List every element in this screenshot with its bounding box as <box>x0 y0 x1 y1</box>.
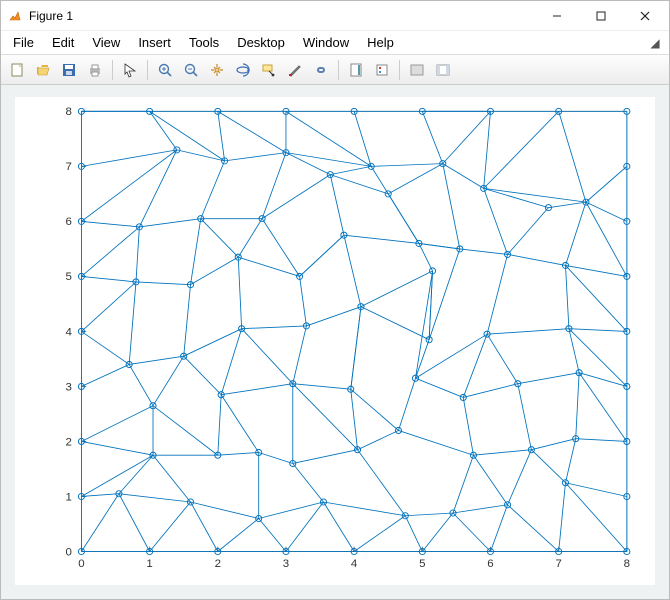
svg-text:6: 6 <box>65 216 71 228</box>
print-button[interactable] <box>83 58 107 82</box>
svg-text:5: 5 <box>65 271 71 283</box>
svg-text:8: 8 <box>624 558 630 570</box>
svg-text:5: 5 <box>419 558 425 570</box>
svg-text:1: 1 <box>146 558 152 570</box>
menu-window[interactable]: Window <box>295 33 357 52</box>
zoom-in-button[interactable] <box>153 58 177 82</box>
menu-desktop[interactable]: Desktop <box>229 33 293 52</box>
toolbar-separator <box>112 60 113 80</box>
open-button[interactable] <box>31 58 55 82</box>
svg-text:8: 8 <box>65 106 71 118</box>
svg-text:4: 4 <box>65 326 72 338</box>
link-button[interactable] <box>309 58 333 82</box>
svg-text:1: 1 <box>65 491 71 503</box>
new-figure-button[interactable] <box>5 58 29 82</box>
data-cursor-button[interactable] <box>257 58 281 82</box>
menu-edit[interactable]: Edit <box>44 33 82 52</box>
toolbar <box>1 55 669 85</box>
window-title: Figure 1 <box>29 9 73 23</box>
edit-plot-button[interactable] <box>118 58 142 82</box>
insert-legend-button[interactable] <box>370 58 394 82</box>
matlab-icon <box>7 8 23 24</box>
svg-text:7: 7 <box>65 161 71 173</box>
svg-text:2: 2 <box>65 436 71 448</box>
svg-text:7: 7 <box>555 558 561 570</box>
zoom-out-button[interactable] <box>179 58 203 82</box>
save-button[interactable] <box>57 58 81 82</box>
hide-plot-tools-button[interactable] <box>405 58 429 82</box>
svg-text:3: 3 <box>65 381 71 393</box>
svg-text:2: 2 <box>215 558 221 570</box>
menu-file[interactable]: File <box>5 33 42 52</box>
axes-svg: 0 1 2 3 4 5 6 7 8 0 1 2 3 4 5 6 7 8 <box>15 97 655 585</box>
menu-insert[interactable]: Insert <box>130 33 179 52</box>
rotate-3d-button[interactable] <box>231 58 255 82</box>
svg-text:6: 6 <box>487 558 493 570</box>
show-plot-tools-button[interactable] <box>431 58 455 82</box>
menubar: File Edit View Insert Tools Desktop Wind… <box>1 31 669 55</box>
pan-button[interactable] <box>205 58 229 82</box>
menu-view[interactable]: View <box>84 33 128 52</box>
toolbar-separator <box>399 60 400 80</box>
figure-area: 0 1 2 3 4 5 6 7 8 0 1 2 3 4 5 6 7 8 <box>1 85 669 599</box>
maximize-button[interactable] <box>579 2 623 30</box>
toolbar-separator <box>147 60 148 80</box>
brush-button[interactable] <box>283 58 307 82</box>
svg-text:0: 0 <box>65 546 71 558</box>
menu-tools[interactable]: Tools <box>181 33 227 52</box>
menu-help[interactable]: Help <box>359 33 402 52</box>
minimize-button[interactable] <box>535 2 579 30</box>
axes[interactable]: 0 1 2 3 4 5 6 7 8 0 1 2 3 4 5 6 7 8 <box>15 97 655 585</box>
figure-window: Figure 1 File Edit View Insert Tools Des… <box>0 0 670 600</box>
svg-text:0: 0 <box>78 558 84 570</box>
insert-colorbar-button[interactable] <box>344 58 368 82</box>
svg-text:3: 3 <box>283 558 289 570</box>
toolbar-separator <box>338 60 339 80</box>
close-button[interactable] <box>623 2 667 30</box>
dock-chevron-icon[interactable]: ◢ <box>645 36 665 50</box>
titlebar: Figure 1 <box>1 1 669 31</box>
svg-text:4: 4 <box>351 558 358 570</box>
